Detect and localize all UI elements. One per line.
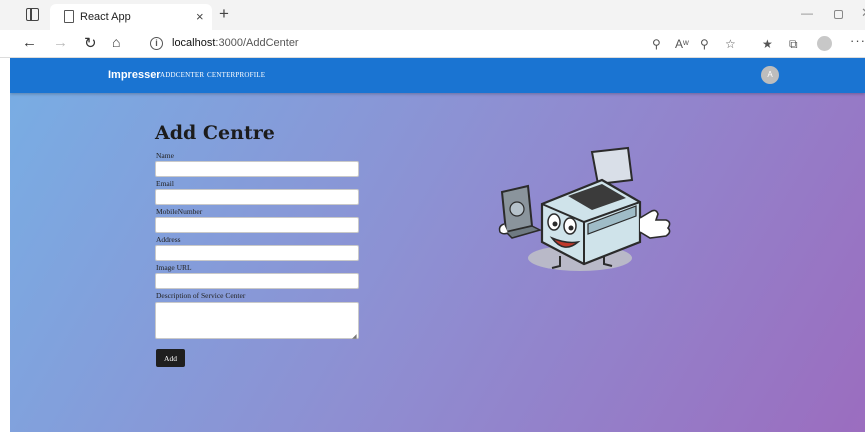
mobile-number-input[interactable] (155, 217, 359, 233)
new-tab-icon[interactable]: + (219, 5, 229, 23)
profile-icon[interactable] (817, 36, 832, 51)
home-icon[interactable]: ⌂ (112, 34, 120, 50)
thumbs-up-hand (639, 209, 671, 239)
name-input[interactable] (155, 161, 359, 177)
image-url-label: Image URL (156, 263, 192, 272)
tab-title: React App (80, 11, 131, 23)
collections-icon[interactable]: ⧉ (789, 37, 798, 52)
read-aloud-icon[interactable]: Aʷ (675, 37, 689, 51)
refresh-icon[interactable]: ↻ (84, 34, 97, 52)
maximize-icon[interactable] (834, 10, 843, 19)
email-input[interactable] (155, 189, 359, 205)
more-icon[interactable]: ··· (850, 33, 865, 48)
zoom-icon[interactable]: ⚲ (700, 37, 709, 51)
description-textarea[interactable] (155, 302, 359, 339)
name-label: Name (156, 151, 174, 160)
brand-link[interactable]: Impresser (108, 69, 161, 81)
nav-link-centerprofile[interactable]: CENTERPROFILE (207, 71, 265, 79)
address-input[interactable] (155, 245, 359, 261)
url-text: localhost:3000/AddCenter (172, 37, 299, 49)
close-tab-icon[interactable]: × (196, 9, 204, 24)
window-close-icon[interactable]: ✕ (861, 5, 865, 21)
add-button[interactable]: Add (156, 349, 185, 367)
image-url-input[interactable] (155, 273, 359, 289)
add-favorite-icon[interactable]: ☆ (725, 37, 736, 51)
info-icon[interactable]: i (150, 37, 163, 50)
back-icon[interactable]: ← (22, 34, 37, 51)
left-pupil (552, 221, 558, 227)
address-label: Address (156, 235, 181, 244)
paper-sheet (590, 146, 634, 186)
page-title: Add Centre (155, 122, 275, 144)
mobile-number-label: MobileNumber (156, 207, 203, 216)
email-label: Email (156, 179, 174, 188)
printer-mascot-illustration (498, 146, 671, 271)
sidebar-icon[interactable] (26, 8, 39, 21)
top-navbar: Impresser ADDCENTER CENTERPROFILE A (10, 58, 865, 93)
laptop-logo (509, 201, 525, 217)
address-bar: ← → ↻ ⌂ i localhost:3000/AddCenter ⚲ Aʷ … (0, 30, 865, 58)
avatar[interactable]: A (761, 66, 779, 84)
forward-icon[interactable]: → (53, 34, 68, 51)
minimize-icon[interactable]: — (801, 6, 813, 20)
page-icon (64, 10, 74, 23)
page-viewport: Impresser ADDCENTER CENTERPROFILE A Add … (10, 58, 865, 432)
browser-tab-strip: React App × + — ✕ (0, 0, 865, 30)
nav-link-addcenter[interactable]: ADDCENTER (160, 71, 204, 79)
key-icon[interactable]: ⚲ (652, 37, 661, 51)
right-pupil (568, 225, 574, 231)
browser-tab[interactable]: React App × (50, 4, 212, 30)
favorites-icon[interactable]: ★ (762, 37, 773, 51)
description-label: Description of Service Center (156, 291, 246, 300)
resize-grip-icon[interactable]: ◢ (352, 333, 357, 340)
